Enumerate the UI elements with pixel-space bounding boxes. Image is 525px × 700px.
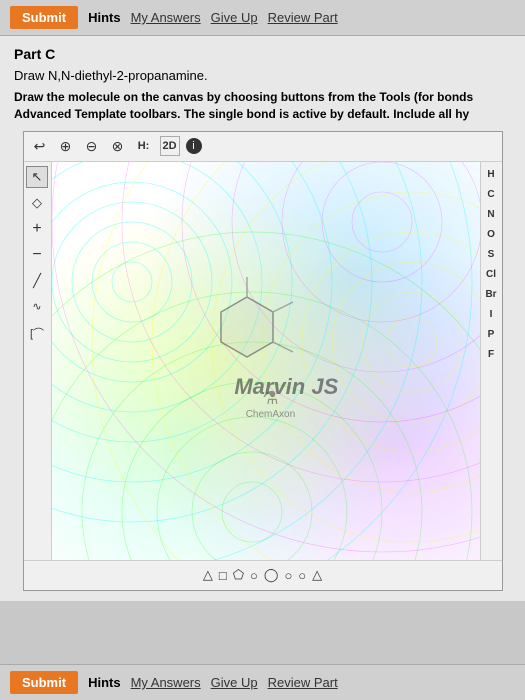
give-up-link-top[interactable]: Give Up: [211, 10, 258, 25]
zoom-out-icon[interactable]: ⊖: [82, 136, 102, 156]
bottom-toolbar: Submit Hints My Answers Give Up Review P…: [0, 664, 525, 700]
chemaxon-logo: ⚗ ChemAxon: [246, 388, 295, 420]
shape-triangle-icon[interactable]: △: [203, 567, 213, 583]
element-cl[interactable]: Cl: [481, 266, 501, 284]
marvin-bottom-toolbar: △ □ ⬠ ○ ◯ ○ ○ △: [24, 560, 502, 590]
element-s[interactable]: S: [481, 246, 501, 264]
interference-rings: [52, 162, 480, 560]
undo-icon[interactable]: ↩: [30, 136, 50, 156]
draw-tool-icon[interactable]: ◇: [26, 192, 48, 214]
element-br[interactable]: Br: [481, 286, 501, 304]
my-answers-link-bottom[interactable]: My Answers: [131, 675, 201, 690]
marvin-drawing-area[interactable]: Marvin JS ⚗ ChemAxon: [52, 162, 480, 560]
shape-pentagon-icon[interactable]: ⬠: [233, 567, 244, 583]
element-f[interactable]: F: [481, 346, 501, 364]
ring-tool-icon[interactable]: [⌒: [26, 322, 48, 344]
shape-square-icon[interactable]: □: [219, 568, 227, 583]
element-n[interactable]: N: [481, 206, 501, 224]
zoom-in-icon[interactable]: ⊕: [56, 136, 76, 156]
element-h[interactable]: H: [481, 166, 501, 184]
content-area: Part C Draw N,N-diethyl-2-propanamine. D…: [0, 36, 525, 601]
element-o[interactable]: O: [481, 226, 501, 244]
marvin-right-toolbar: H C N O S Cl Br I P F: [480, 162, 502, 560]
2d-label: 2D: [160, 136, 180, 156]
search-icon[interactable]: ⊗: [108, 136, 128, 156]
my-answers-link-top[interactable]: My Answers: [131, 10, 201, 25]
flask-icon: ⚗: [246, 388, 295, 409]
add-tool-icon[interactable]: +: [26, 218, 48, 240]
review-part-link-top[interactable]: Review Part: [268, 10, 338, 25]
element-c[interactable]: C: [481, 186, 501, 204]
h-label: H:: [134, 136, 154, 156]
shape-triangle2-icon[interactable]: △: [312, 567, 322, 583]
chain-tool-icon[interactable]: ∿: [26, 296, 48, 318]
shape-circle2-icon[interactable]: ◯: [264, 567, 279, 583]
element-p[interactable]: P: [481, 326, 501, 344]
question-title: Draw N,N-diethyl-2-propanamine.: [14, 68, 511, 83]
shape-circle4-icon[interactable]: ○: [298, 568, 306, 583]
review-part-link-bottom[interactable]: Review Part: [268, 675, 338, 690]
select-tool-icon[interactable]: ↖: [26, 166, 48, 188]
bond-tool-icon[interactable]: ╱: [26, 270, 48, 292]
submit-button-top[interactable]: Submit: [10, 6, 78, 29]
marvin-canvas-container: ↩ ⊕ ⊖ ⊗ H: 2D i ↖ ◇ + − ╱ ∿ [⌒ H C N O S…: [23, 131, 503, 591]
marvin-left-toolbar: ↖ ◇ + − ╱ ∿ [⌒: [24, 162, 52, 560]
element-i[interactable]: I: [481, 306, 501, 324]
hints-link-bottom[interactable]: Hints: [88, 675, 121, 690]
give-up-link-bottom[interactable]: Give Up: [211, 675, 258, 690]
part-label: Part C: [14, 46, 511, 62]
top-toolbar: Submit Hints My Answers Give Up Review P…: [0, 0, 525, 36]
marvin-top-toolbar: ↩ ⊕ ⊖ ⊗ H: 2D i: [24, 132, 502, 162]
shape-circle1-icon[interactable]: ○: [250, 568, 258, 583]
shape-circle3-icon[interactable]: ○: [284, 568, 292, 583]
info-icon[interactable]: i: [186, 138, 202, 154]
submit-button-bottom[interactable]: Submit: [10, 671, 78, 694]
minus-tool-icon[interactable]: −: [26, 244, 48, 266]
hints-link-top[interactable]: Hints: [88, 10, 121, 25]
question-instructions: Draw the molecule on the canvas by choos…: [14, 89, 511, 123]
